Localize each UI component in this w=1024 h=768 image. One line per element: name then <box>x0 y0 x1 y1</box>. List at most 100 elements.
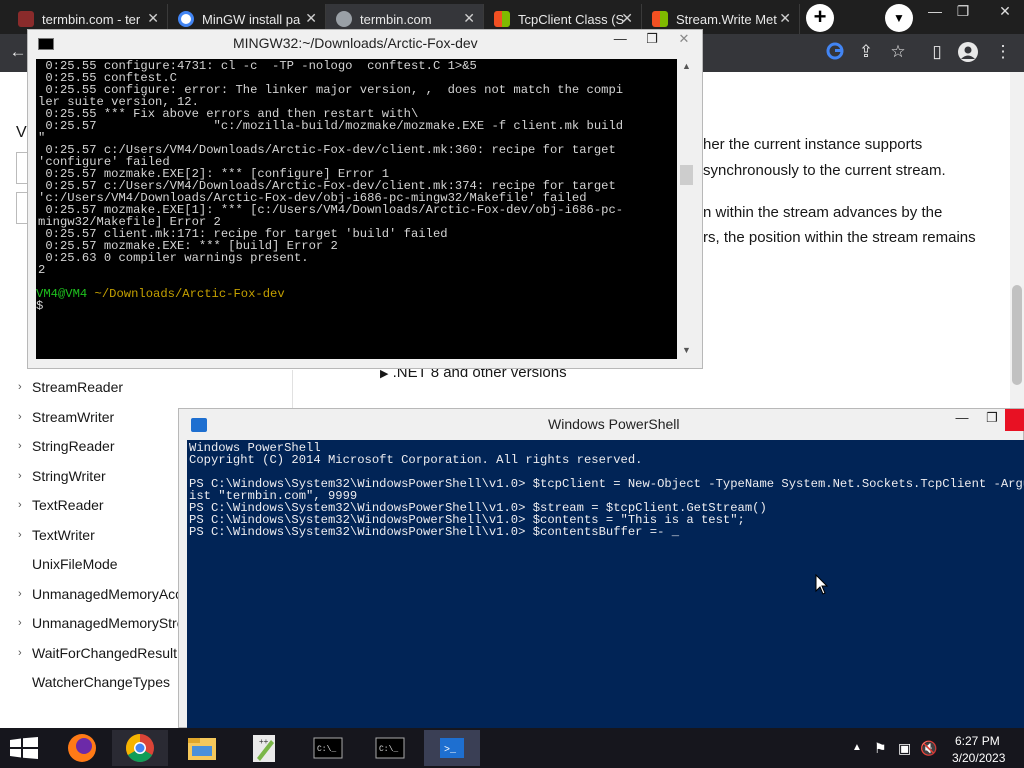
share-icon[interactable]: ⇪ <box>856 42 876 62</box>
doc-paragraph-line: synchronously to the current stream. <box>703 162 946 179</box>
nav-item-label: UnmanagedMemoryAcc <box>32 585 183 602</box>
taskbar-clock-time[interactable]: 6:27 PM <box>955 734 1000 748</box>
svg-text:>_: >_ <box>444 745 457 756</box>
mingw-terminal-output[interactable]: 0:25.55 configure:4731: cl -c -TP -nolog… <box>36 59 677 359</box>
nav-title-fragment: V <box>16 124 27 141</box>
chevron-right-icon: › <box>18 587 22 600</box>
svg-text:C:\_: C:\_ <box>317 745 336 754</box>
nav-item-stringreader[interactable]: › StringReader <box>0 434 178 464</box>
chevron-right-icon: › <box>18 381 22 393</box>
show-hidden-icons-chevron-icon[interactable]: ▲ <box>852 742 862 753</box>
taskbar-firefox-icon[interactable] <box>54 730 110 766</box>
powershell-title-bar[interactable]: Windows PowerShell — ❐ <box>179 409 1024 439</box>
terminal-line: 0:25.57 "c:/mozilla-build/mozmake/mozmak… <box>38 119 624 133</box>
nav-item-stringwriter[interactable]: › StringWriter <box>0 464 178 494</box>
nav-item-textwriter[interactable]: › TextWriter <box>0 523 178 553</box>
side-panel-icon[interactable]: ▯ <box>927 42 947 62</box>
powershell-console-output[interactable]: Windows PowerShell Copyright (C) 2014 Mi… <box>187 440 1024 728</box>
nav-item-label: StringWriter <box>32 467 106 484</box>
powershell-minimize-button[interactable]: — <box>949 410 975 425</box>
nav-item-label: StreamReader <box>32 379 124 395</box>
browser-close-button[interactable]: ✕ <box>990 0 1020 26</box>
mingw-maximize-button[interactable]: ❐ <box>638 31 666 47</box>
network-icon[interactable]: ▣ <box>898 740 911 757</box>
nav-item-label: StreamWriter <box>32 408 115 425</box>
browser-minimize-button[interactable]: — <box>920 0 950 26</box>
terminal-line: 2 <box>38 263 46 277</box>
powershell-maximize-button[interactable]: ❐ <box>979 410 1005 426</box>
tab-label: termbin.com - ter <box>42 11 141 27</box>
tab-close-icon[interactable]: ✕ <box>147 10 159 27</box>
chevron-right-icon: › <box>18 528 22 541</box>
taskbar-cmd-icon[interactable]: C:\_ <box>300 730 356 766</box>
nav-item-textreader[interactable]: › TextReader <box>0 493 178 523</box>
taskbar-notepad-plus-plus-icon[interactable]: ++ <box>237 730 293 766</box>
nav-item-waitforchangedresult[interactable]: › WaitForChangedResult <box>0 641 178 671</box>
tab-search-chevron-icon[interactable]: ▼ <box>885 4 913 32</box>
mingw-title-bar[interactable]: MINGW32:~/Downloads/Arctic-Fox-dev — ❐ ✕ <box>28 30 702 58</box>
powershell-app-icon <box>191 418 207 432</box>
back-arrow-icon[interactable]: ← <box>8 42 28 62</box>
tab-label: MinGW install pa <box>202 11 301 27</box>
powershell-window[interactable]: Windows PowerShell — ❐ Windows PowerShel… <box>178 408 1024 728</box>
microsoft-favicon-icon <box>494 11 510 27</box>
console-line: PS C:\Windows\System32\WindowsPowerShell… <box>189 525 680 539</box>
taskbar-powershell-icon[interactable]: >_ <box>424 730 480 766</box>
taskbar-clock-date[interactable]: 3/20/2023 <box>952 751 1005 765</box>
mingw-close-button[interactable]: ✕ <box>670 31 698 47</box>
nav-item-unmanagedmemoryaccessor[interactable]: › UnmanagedMemoryAcc <box>0 582 182 612</box>
nav-item-label: WatcherChangeTypes <box>32 674 170 690</box>
taskbar-file-explorer-icon[interactable] <box>174 730 230 766</box>
tab-close-icon[interactable]: ✕ <box>305 10 317 27</box>
scroll-down-arrow-icon[interactable]: ▼ <box>682 345 691 355</box>
chevron-right-icon: › <box>18 440 22 452</box>
mingw-scrollbar-thumb[interactable] <box>680 165 693 185</box>
desktop-screen: termbin.com - ter ✕ MinGW install pa ✕ t… <box>0 0 1024 768</box>
taskbar-cmd-icon[interactable]: C:\_ <box>362 730 418 766</box>
browser-maximize-button[interactable]: ❐ <box>948 0 978 26</box>
microsoft-favicon-icon <box>652 11 668 27</box>
tab-label: Stream.Write Met <box>676 11 777 27</box>
powershell-window-title: Windows PowerShell <box>548 416 680 432</box>
browser-menu-icon[interactable]: ⋮ <box>993 42 1013 62</box>
action-center-flag-icon[interactable]: ⚑ <box>874 740 887 757</box>
powershell-close-button[interactable] <box>1005 409 1024 431</box>
prompt-path: ~/Downloads/Arctic-Fox-dev <box>94 287 285 301</box>
terminal-prompt-char: $ <box>36 299 44 313</box>
nav-item-unmanagedmemorystream[interactable]: › UnmanagedMemoryStre <box>0 611 185 641</box>
profile-avatar-icon[interactable] <box>958 42 978 62</box>
volume-muted-icon[interactable]: 🔇 <box>920 740 937 757</box>
mingw-minimize-button[interactable]: — <box>606 31 634 46</box>
doc-paragraph-line: n within the stream advances by the <box>703 204 943 221</box>
doc-paragraph-line: her the current instance supports <box>703 136 923 153</box>
svg-text:++: ++ <box>259 737 269 746</box>
nav-item-label: TextWriter <box>32 526 95 543</box>
nav-item-streamwriter[interactable]: › StreamWriter <box>0 405 178 435</box>
tab-label: TcpClient Class (S <box>518 11 624 27</box>
chevron-right-icon: › <box>18 617 22 629</box>
nav-item-label: WaitForChangedResult <box>32 644 177 661</box>
mingw-terminal-window[interactable]: MINGW32:~/Downloads/Arctic-Fox-dev — ❐ ✕… <box>27 29 703 369</box>
docs-nav-list: › StreamReader › StreamWriter › StringReade… <box>0 375 185 700</box>
chevron-right-icon: › <box>18 469 22 482</box>
termbin-favicon-icon <box>18 11 34 27</box>
google-lens-icon[interactable] <box>825 42 845 62</box>
mouse-cursor-icon <box>815 573 829 601</box>
mingw-scrollbar[interactable]: ▲ ▼ <box>678 59 695 359</box>
tab-close-icon[interactable]: ✕ <box>463 10 475 27</box>
nav-item-watcherchangetypes[interactable]: WatcherChangeTypes <box>0 670 178 700</box>
tab-close-icon[interactable]: ✕ <box>621 10 633 27</box>
nav-item-streamreader[interactable]: › StreamReader <box>0 375 178 405</box>
terminal-app-icon <box>38 38 54 50</box>
new-tab-button[interactable]: + <box>806 4 834 32</box>
svg-text:C:\_: C:\_ <box>379 745 398 754</box>
scroll-up-arrow-icon[interactable]: ▲ <box>682 61 691 71</box>
bookmark-star-icon[interactable]: ☆ <box>888 42 908 62</box>
taskbar-chrome-icon[interactable] <box>112 730 168 766</box>
page-scrollbar-thumb[interactable] <box>1012 285 1022 385</box>
terminal-prompt-line: VM4@VM4 ~/Downloads/Arctic-Fox-dev <box>36 288 285 300</box>
prompt-user: VM4@VM4 <box>36 287 88 301</box>
start-windows-icon[interactable] <box>10 737 38 764</box>
nav-item-unixfilemode[interactable]: UnixFileMode <box>0 552 178 582</box>
tab-close-icon[interactable]: ✕ <box>779 10 791 27</box>
